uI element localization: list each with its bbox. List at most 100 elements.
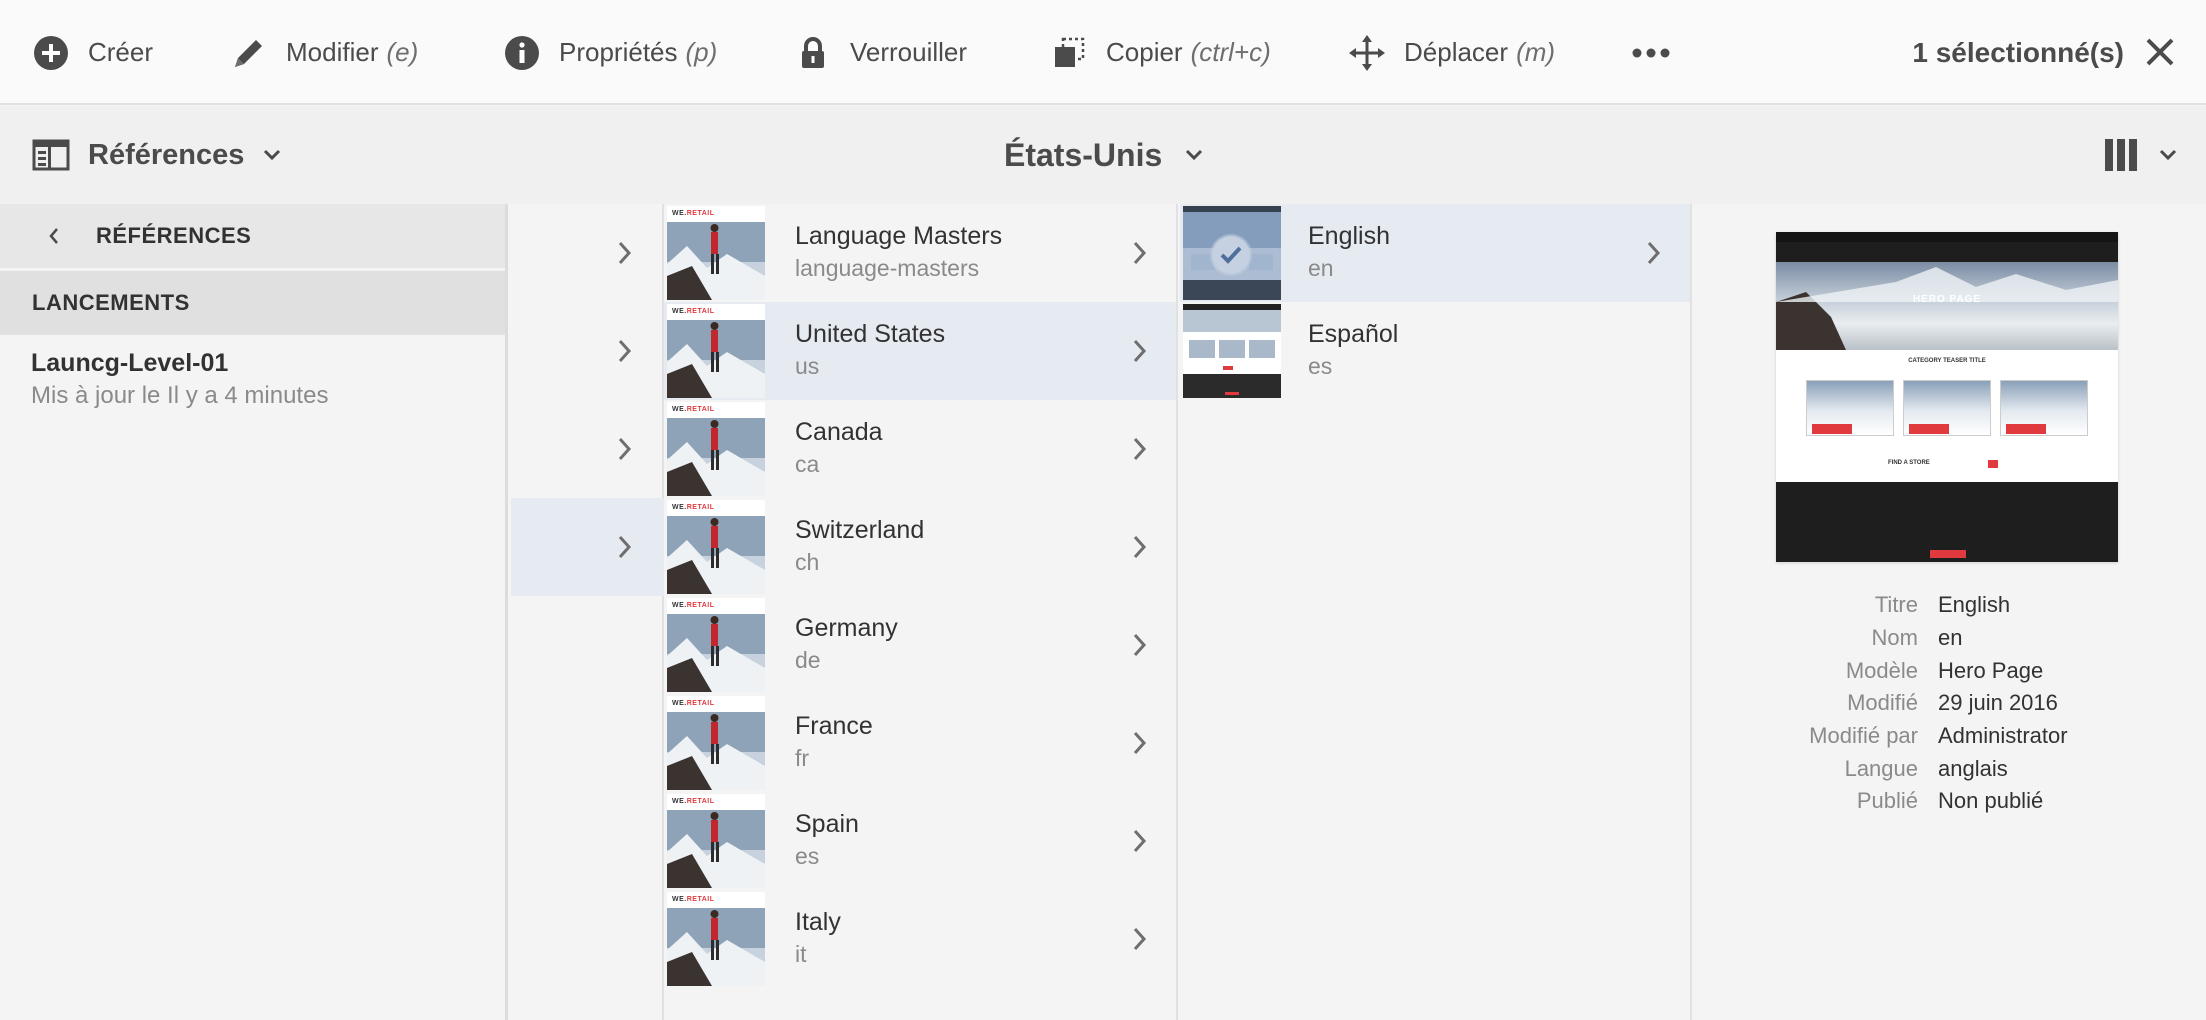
- page-thumbnail: WE.RETAIL: [667, 206, 765, 300]
- chevron-right-icon: [1133, 633, 1147, 657]
- property-label: Modèle: [1845, 657, 1918, 683]
- edit-shortcut: (e): [386, 37, 419, 67]
- close-selection-button[interactable]: [2142, 34, 2178, 70]
- miller-column-2: WE.RETAIL Language Masters language-master…: [664, 204, 1178, 1020]
- row-name: es: [1308, 353, 1333, 379]
- page-thumbnail: WE.RETAIL: [667, 500, 765, 594]
- selection-count: 1 sélectionné(s): [1912, 36, 2124, 68]
- properties-shortcut: (p): [685, 37, 718, 67]
- column-row[interactable]: WE.RETAIL Italy it: [664, 890, 1176, 988]
- property-value: en: [1938, 625, 1963, 651]
- column-row[interactable]: WE.RETAIL Canada ca: [664, 400, 1176, 498]
- page-thumbnail: WE.RETAIL: [667, 794, 765, 888]
- references-back-button[interactable]: RÉFÉRENCES: [0, 204, 505, 268]
- property-value: Administrator: [1938, 723, 2068, 749]
- miller-column-1: [511, 204, 664, 1020]
- column-row[interactable]: WE.RETAIL Spain es: [664, 792, 1176, 890]
- property-row: Nom en: [1694, 622, 2206, 655]
- chevron-right-icon: [1133, 339, 1147, 363]
- lock-icon: [794, 34, 832, 72]
- move-label: Déplacer: [1404, 37, 1509, 67]
- property-value: 29 juin 2016: [1938, 690, 2058, 716]
- column-row[interactable]: WE.RETAIL Switzerland ch: [664, 498, 1176, 596]
- rail-toggle-label: Références: [88, 138, 245, 171]
- thumbnail-logo: WE.RETAIL: [672, 308, 715, 315]
- properties-label: Propriétés: [559, 37, 678, 67]
- preview-hero-title: HERO PAGE: [1912, 294, 1982, 305]
- create-button[interactable]: Créer: [32, 0, 153, 105]
- column-row-english[interactable]: English en: [1180, 204, 1690, 302]
- launch-item[interactable]: Launcg-Level-01 Mis à jour le Il y a 4 m…: [0, 335, 505, 410]
- page-title[interactable]: États-Unis: [1004, 106, 1204, 204]
- pencil-icon: [230, 34, 268, 72]
- view-switcher[interactable]: [2104, 106, 2178, 204]
- page-thumbnail-image: [667, 500, 765, 594]
- property-value: Hero Page: [1938, 657, 2044, 683]
- column-row[interactable]: WE.RETAIL Language Masters language-master…: [664, 204, 1176, 302]
- row-title: Italy: [795, 908, 841, 936]
- page-thumbnail: [1183, 206, 1281, 300]
- properties-list: Titre English Nom en Modèle Hero Page Modifié 2…: [1694, 589, 2206, 818]
- properties-button[interactable]: Propriétés (p): [503, 0, 717, 105]
- chevron-right-icon: [1133, 437, 1147, 461]
- property-row: Modifié par Administrator: [1694, 720, 2206, 753]
- column-view-icon: [2105, 139, 2137, 171]
- chevron-left-icon: [49, 228, 58, 244]
- column-row[interactable]: WE.RETAIL France fr: [664, 694, 1176, 792]
- chevron-right-icon: [1133, 535, 1147, 559]
- copy-shortcut: (ctrl+c): [1190, 37, 1271, 67]
- add-circle-icon: [32, 34, 70, 72]
- preview-panel: HERO PAGE CATEGORY TEASER TITLE FIND A S…: [1694, 204, 2206, 1020]
- page-thumbnail: WE.RETAIL: [667, 892, 765, 986]
- row-title: Spain: [795, 810, 859, 838]
- row-title: Canada: [795, 418, 883, 446]
- property-value: anglais: [1938, 755, 2008, 781]
- lock-button[interactable]: Verrouiller: [794, 0, 967, 105]
- page-thumbnail: WE.RETAIL: [667, 696, 765, 790]
- property-label: Nom: [1871, 625, 1918, 651]
- column1-row[interactable]: [511, 204, 664, 302]
- chevron-right-icon: [1133, 829, 1147, 853]
- row-title: Language Masters: [795, 222, 1003, 250]
- chevron-right-icon: [1133, 927, 1147, 951]
- edit-button[interactable]: Modifier (e): [230, 0, 418, 105]
- chevron-right-icon: [618, 241, 632, 265]
- thumbnail-logo: WE.RETAIL: [672, 504, 715, 511]
- preview-teaser-title: CATEGORY TEASER TITLE: [1908, 358, 1986, 364]
- page-thumbnail-image: [667, 402, 765, 496]
- page-thumbnail-image: [667, 794, 765, 888]
- selected-check-icon: [1212, 236, 1250, 274]
- row-name: it: [795, 941, 807, 967]
- page-thumbnail-image: [667, 304, 765, 398]
- row-title: Switzerland: [795, 516, 925, 544]
- column-row-espanol[interactable]: Español es: [1180, 302, 1690, 400]
- miller-column-3: English en Español es: [1180, 204, 1692, 1020]
- copy-button[interactable]: Copier (ctrl+c): [1050, 0, 1271, 105]
- page-thumbnail-image: [667, 696, 765, 790]
- column1-row-active[interactable]: [511, 498, 664, 596]
- chevron-right-icon: [618, 339, 632, 363]
- close-icon: [2146, 38, 2174, 66]
- rail-toggle-button[interactable]: Références: [32, 106, 282, 204]
- column1-row[interactable]: [511, 302, 664, 400]
- chevron-down-icon: [2159, 149, 2177, 161]
- property-label: Titre: [1874, 592, 1918, 618]
- property-label: Modifié: [1847, 690, 1918, 716]
- column-row[interactable]: WE.RETAIL United States us: [664, 302, 1176, 400]
- column1-row[interactable]: [511, 400, 664, 498]
- action-bar: Créer Modifier (e) Propriétés (p) Verrouil…: [0, 0, 2206, 105]
- row-title: English: [1308, 222, 1390, 250]
- more-button[interactable]: [1632, 0, 1670, 105]
- launch-item-subtitle: Mis à jour le Il y a 4 minutes: [31, 382, 329, 409]
- page-thumbnail-image: [667, 892, 765, 986]
- column-row[interactable]: WE.RETAIL Germany de: [664, 596, 1176, 694]
- thumbnail-logo: WE.RETAIL: [672, 602, 715, 609]
- move-button[interactable]: Déplacer (m): [1348, 0, 1555, 105]
- create-label: Créer: [88, 37, 154, 67]
- row-title: France: [795, 712, 873, 740]
- page-thumbnail: WE.RETAIL: [667, 402, 765, 496]
- property-row: Modèle Hero Page: [1694, 654, 2206, 687]
- row-title: Español: [1308, 320, 1399, 348]
- info-icon: [503, 34, 541, 72]
- row-name: ch: [795, 549, 820, 575]
